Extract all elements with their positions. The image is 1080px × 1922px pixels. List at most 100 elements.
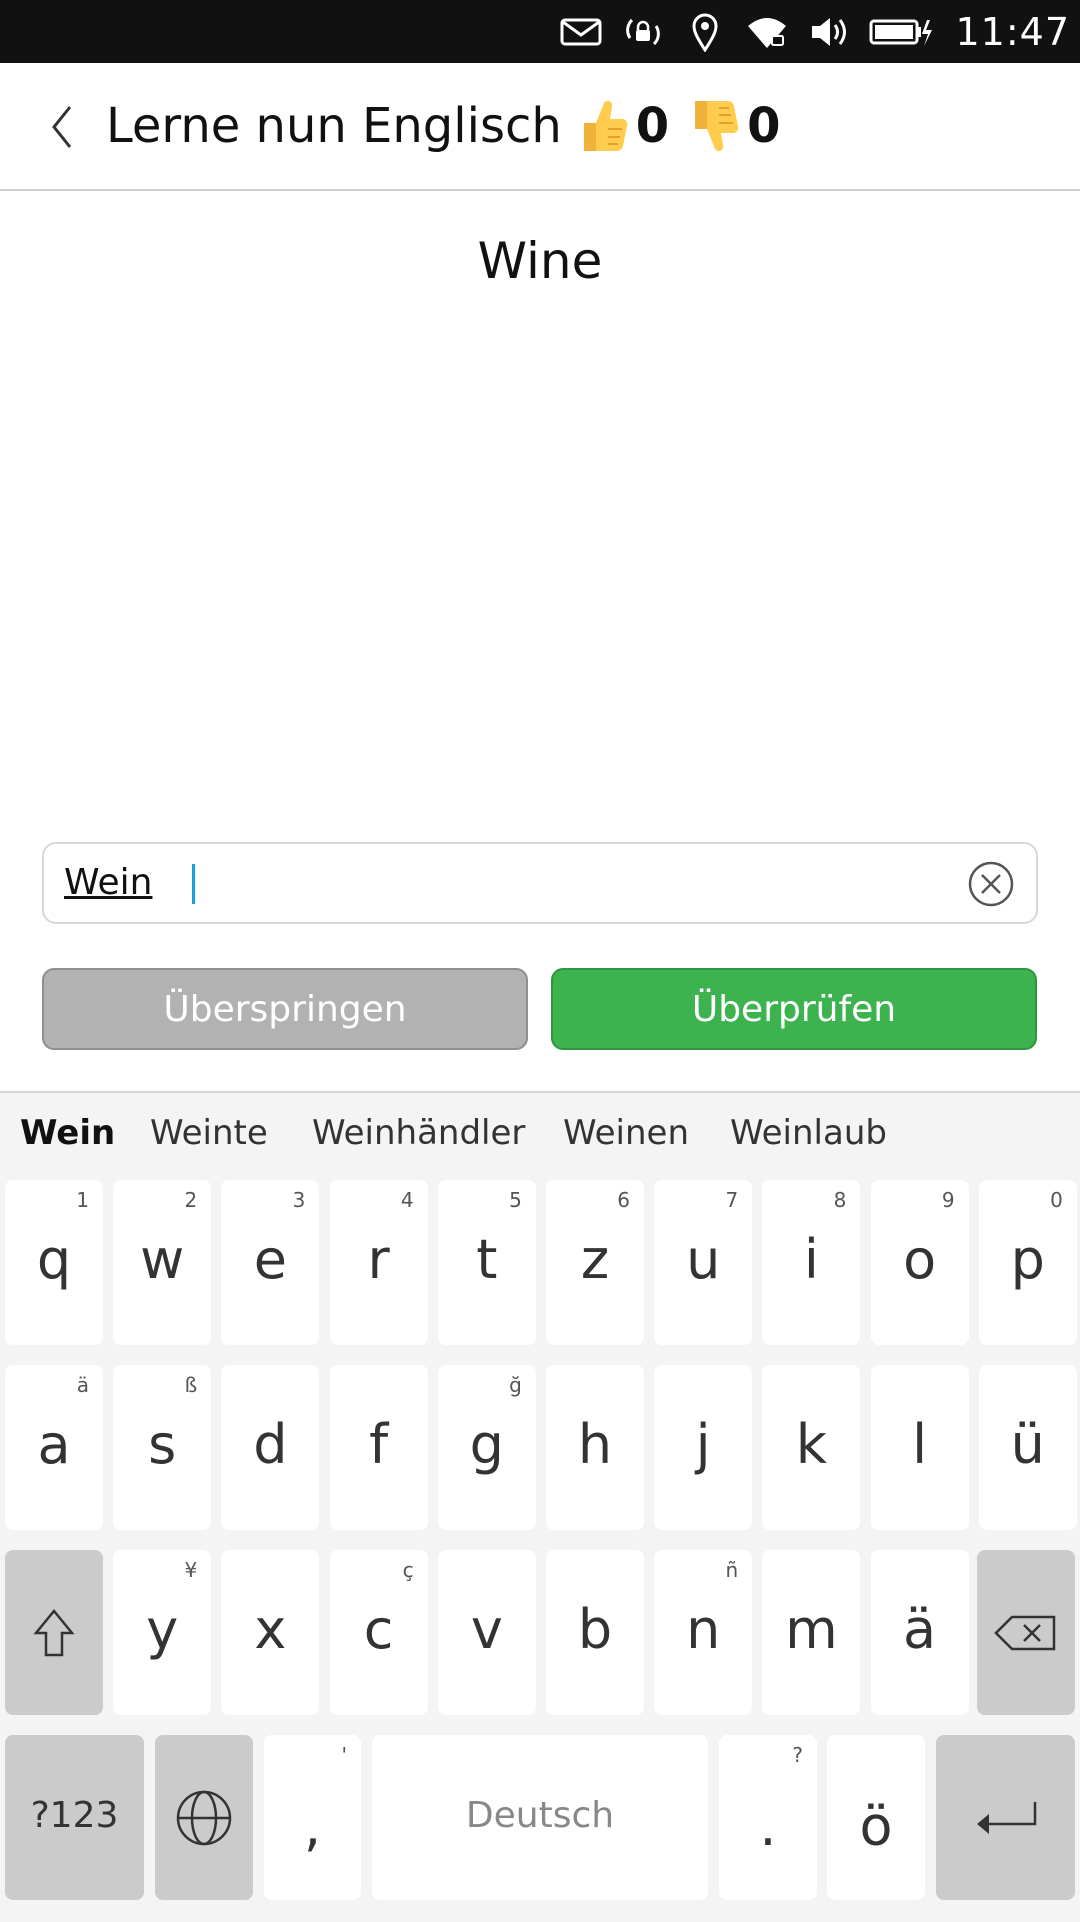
symbols-key[interactable]: ?123 <box>5 1735 144 1900</box>
key-g[interactable]: gğ <box>437 1365 536 1530</box>
language-key[interactable] <box>155 1735 253 1900</box>
check-button[interactable]: Überprüfen <box>551 968 1037 1050</box>
key-f[interactable]: f <box>329 1365 428 1530</box>
status-bar: 11:47 <box>0 0 1080 63</box>
key-o-umlaut[interactable]: ö <box>827 1735 925 1900</box>
key-label: n <box>686 1598 721 1661</box>
key-alt-label: ß <box>184 1373 198 1397</box>
location-icon <box>683 12 727 52</box>
key-alt-label: ç <box>402 1558 414 1582</box>
key-u[interactable]: u7 <box>654 1180 753 1345</box>
suggestion-item[interactable]: Weinhändler <box>312 1113 525 1153</box>
thumbs-up-count: 0 <box>635 98 670 154</box>
key-label: t <box>476 1228 498 1291</box>
header-title-group: Lerne nun Englisch 0 0 <box>106 89 781 163</box>
key-alt-label: ğ <box>509 1373 522 1397</box>
rotation-lock-icon <box>621 12 665 52</box>
key-label: l <box>912 1413 928 1476</box>
comma-key-alt: ' <box>341 1743 348 1767</box>
close-circle-icon <box>968 861 1014 907</box>
key-label: o <box>903 1228 937 1291</box>
key-k[interactable]: k <box>762 1365 861 1530</box>
page-title: Lerne nun Englisch <box>106 98 562 154</box>
key-alt-label: 2 <box>184 1188 198 1212</box>
key-l[interactable]: l <box>870 1365 969 1530</box>
key-a[interactable]: aä <box>5 1365 103 1530</box>
key-label: i <box>803 1228 819 1291</box>
clock: 11:47 <box>955 9 1070 54</box>
key-alt-label: 0 <box>1050 1188 1063 1212</box>
key-j[interactable]: j <box>654 1365 753 1530</box>
key-n[interactable]: nñ <box>654 1550 753 1715</box>
key-w[interactable]: w2 <box>113 1180 212 1345</box>
shift-key[interactable] <box>5 1550 103 1715</box>
key-i[interactable]: i8 <box>762 1180 861 1345</box>
suggestion-bar: Wein Weinte Weinhändler Weinen Weinlaub <box>0 1093 1080 1175</box>
key-label: v <box>470 1598 503 1661</box>
on-screen-keyboard: Wein Weinte Weinhändler Weinen Weinlaub … <box>0 1091 1080 1922</box>
key-alt-label: ñ <box>725 1558 739 1582</box>
header: Lerne nun Englisch 0 0 <box>0 63 1080 191</box>
wifi-icon <box>745 12 789 52</box>
key-label: f <box>369 1413 389 1476</box>
key-o-umlaut-label: ö <box>859 1795 893 1858</box>
space-key[interactable]: Deutsch <box>372 1735 708 1900</box>
period-key-label: . <box>759 1795 777 1858</box>
thumbs-down-count: 0 <box>747 98 781 154</box>
key-label: k <box>795 1413 828 1476</box>
key-alt-label: 4 <box>400 1188 414 1212</box>
key-alt-label: 6 <box>617 1188 630 1212</box>
enter-key[interactable] <box>936 1735 1075 1900</box>
comma-key[interactable]: , ' <box>264 1735 361 1900</box>
key-q[interactable]: q1 <box>5 1180 103 1345</box>
key-label: e <box>253 1228 287 1291</box>
key-label: ü <box>1010 1413 1045 1476</box>
key-label: y <box>146 1598 179 1661</box>
skip-button[interactable]: Überspringen <box>42 968 528 1050</box>
suggestion-item[interactable]: Weinen <box>563 1113 689 1153</box>
key-label: q <box>36 1228 72 1291</box>
key-alt-label: 3 <box>292 1188 306 1212</box>
key-label: p <box>1010 1228 1045 1291</box>
key-c[interactable]: cç <box>329 1550 428 1715</box>
key-e[interactable]: e3 <box>221 1180 320 1345</box>
space-key-label: Deutsch <box>465 1795 615 1836</box>
key-alt-label: 1 <box>76 1188 89 1212</box>
key-h[interactable]: h <box>546 1365 644 1530</box>
key-label: w <box>140 1228 185 1291</box>
clear-input-button[interactable] <box>968 861 1014 907</box>
key-alt-label: 5 <box>509 1188 522 1212</box>
key-p[interactable]: p0 <box>978 1180 1077 1345</box>
key-label: s <box>148 1413 177 1476</box>
key-ä[interactable]: ä <box>870 1550 969 1715</box>
key-label: a <box>37 1413 71 1476</box>
key-label: d <box>253 1413 288 1476</box>
key-b[interactable]: b <box>546 1550 644 1715</box>
key-label: j <box>695 1413 711 1476</box>
key-m[interactable]: m <box>762 1550 861 1715</box>
key-v[interactable]: v <box>437 1550 536 1715</box>
answer-input[interactable]: Wein <box>42 842 1038 924</box>
key-r[interactable]: r4 <box>329 1180 428 1345</box>
symbols-key-label: ?123 <box>30 1795 119 1836</box>
key-z[interactable]: z6 <box>546 1180 644 1345</box>
key-t[interactable]: t5 <box>437 1180 536 1345</box>
key-o[interactable]: o9 <box>870 1180 969 1345</box>
key-label: g <box>469 1413 504 1476</box>
key-d[interactable]: d <box>221 1365 320 1530</box>
key-x[interactable]: x <box>221 1550 320 1715</box>
suggestion-item[interactable]: Weinlaub <box>730 1113 887 1153</box>
key-label: c <box>363 1598 394 1661</box>
backspace-icon <box>994 1615 1056 1650</box>
suggestion-item[interactable]: Weinte <box>150 1113 268 1153</box>
period-key-alt: ? <box>792 1743 803 1767</box>
key-y[interactable]: y ¥ <box>113 1550 212 1715</box>
back-button[interactable] <box>42 99 82 155</box>
enter-icon <box>976 1801 1036 1834</box>
key-ü[interactable]: ü <box>978 1365 1077 1530</box>
period-key[interactable]: . ? <box>719 1735 817 1900</box>
suggestion-item[interactable]: Wein <box>20 1113 115 1153</box>
backspace-key[interactable] <box>977 1550 1075 1715</box>
key-alt-label: 7 <box>725 1188 739 1212</box>
key-s[interactable]: sß <box>113 1365 212 1530</box>
